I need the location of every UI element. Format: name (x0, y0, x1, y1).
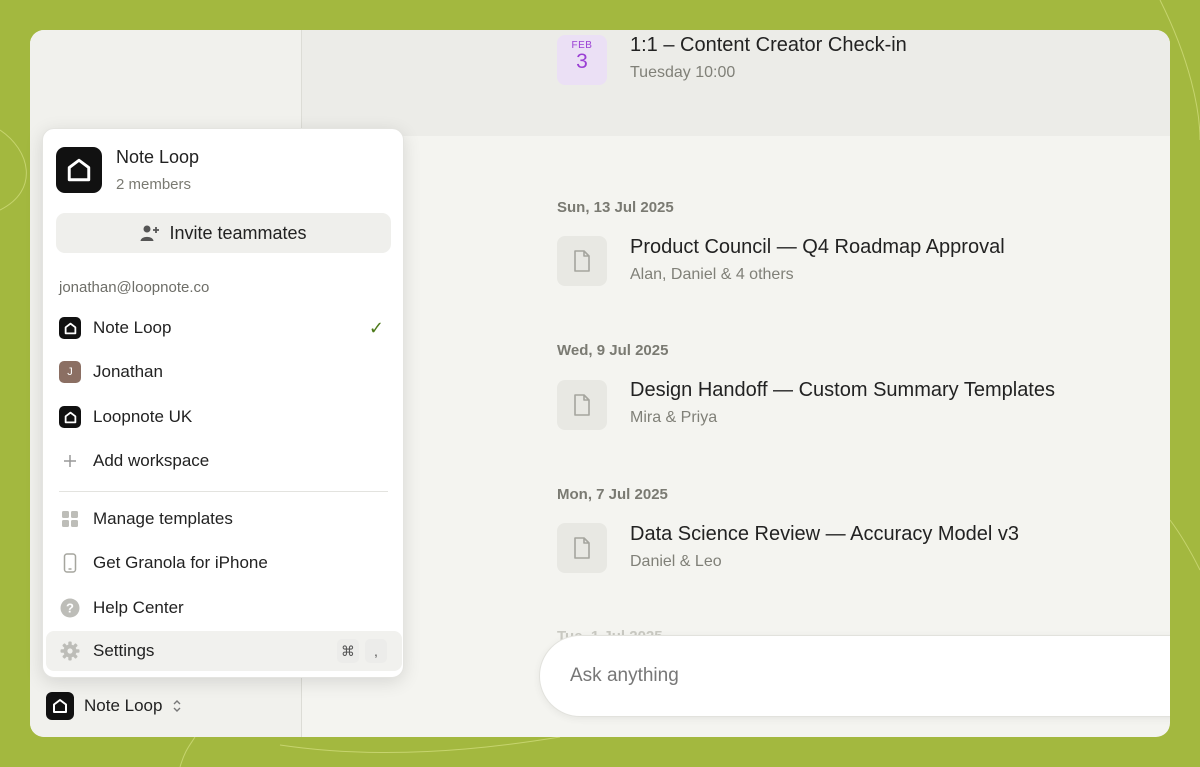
settings-shortcut: ⌘ , (337, 639, 387, 663)
document-icon (557, 380, 607, 430)
note-loop-logo-icon (59, 317, 81, 339)
grid-icon (59, 508, 81, 530)
workspace-item-label: Loopnote UK (93, 407, 193, 426)
manage-templates-label: Manage templates (93, 509, 233, 528)
plus-icon (59, 450, 81, 472)
note-loop-logo-icon (56, 147, 102, 193)
add-workspace-label: Add workspace (93, 451, 210, 470)
help-icon-glyph: ? (66, 601, 74, 616)
document-icon (557, 523, 607, 573)
invite-teammates-label: Invite teammates (169, 222, 307, 243)
note-loop-logo-icon (46, 692, 74, 720)
manage-templates-item[interactable]: Manage templates (46, 499, 402, 539)
get-iphone-app-label: Get Granola for iPhone (93, 553, 268, 572)
meeting-participants: Alan, Daniel & 4 others (630, 266, 794, 283)
upcoming-meeting-time: Tuesday 10:00 (630, 64, 736, 81)
chevron-updown-icon (173, 700, 181, 712)
date-header: Mon, 7 Jul 2025 (557, 486, 668, 503)
comma-key: , (365, 639, 387, 663)
meeting-participants: Daniel & Leo (630, 553, 722, 570)
workspace-item-loopnote-uk[interactable]: Loopnote UK (46, 397, 402, 437)
calendar-day: 3 (576, 50, 588, 73)
settings-item[interactable]: Settings ⌘ , (46, 631, 402, 671)
workspace-switcher[interactable]: Note Loop (46, 692, 182, 720)
help-center-label: Help Center (93, 598, 184, 617)
menu-divider (59, 491, 388, 492)
phone-icon (59, 552, 81, 574)
current-workspace-members: 2 members (116, 176, 192, 193)
add-workspace-item[interactable]: Add workspace (46, 441, 402, 481)
document-icon (557, 236, 607, 286)
checkmark-icon: ✓ (368, 317, 384, 338)
meeting-title[interactable]: Product Council — Q4 Roadmap Approval (630, 236, 1005, 259)
meeting-title[interactable]: Data Science Review — Accuracy Model v3 (630, 523, 1019, 546)
account-email: jonathan@loopnote.co (59, 279, 210, 296)
help-icon: ? (59, 597, 81, 619)
workspace-menu: Note Loop 2 members Invite teammates jon… (42, 128, 404, 678)
current-workspace-name: Note Loop (116, 147, 200, 167)
avatar: J (59, 361, 81, 383)
ask-input[interactable]: Ask anything (539, 635, 1170, 717)
workspace-switcher-label: Note Loop (84, 696, 163, 715)
workspace-item-label: Jonathan (93, 362, 163, 381)
date-header: Sun, 13 Jul 2025 (557, 199, 674, 216)
calendar-date-badge: FEB 3 (557, 35, 607, 85)
meeting-participants: Mira & Priya (630, 409, 718, 426)
command-key: ⌘ (337, 639, 359, 663)
invite-teammates-button[interactable]: Invite teammates (56, 213, 391, 253)
date-header: Wed, 9 Jul 2025 (557, 342, 669, 359)
note-loop-logo-icon (59, 406, 81, 428)
get-iphone-app-item[interactable]: Get Granola for iPhone (46, 543, 402, 583)
workspace-item-note-loop[interactable]: Note Loop ✓ (46, 308, 402, 348)
workspace-item-label: Note Loop (93, 318, 172, 337)
workspace-item-jonathan[interactable]: J Jonathan (46, 352, 402, 392)
main-content: FEB 3 1:1 – Content Creator Check-in Tue… (302, 30, 1170, 737)
add-person-icon (140, 225, 160, 241)
ask-input-placeholder: Ask anything (570, 665, 679, 686)
meeting-title[interactable]: Design Handoff — Custom Summary Template… (630, 379, 1055, 402)
help-center-item[interactable]: ? Help Center (46, 588, 402, 628)
gear-icon (59, 640, 81, 662)
upcoming-meeting-title[interactable]: 1:1 – Content Creator Check-in (630, 34, 907, 57)
settings-label: Settings (93, 641, 155, 660)
